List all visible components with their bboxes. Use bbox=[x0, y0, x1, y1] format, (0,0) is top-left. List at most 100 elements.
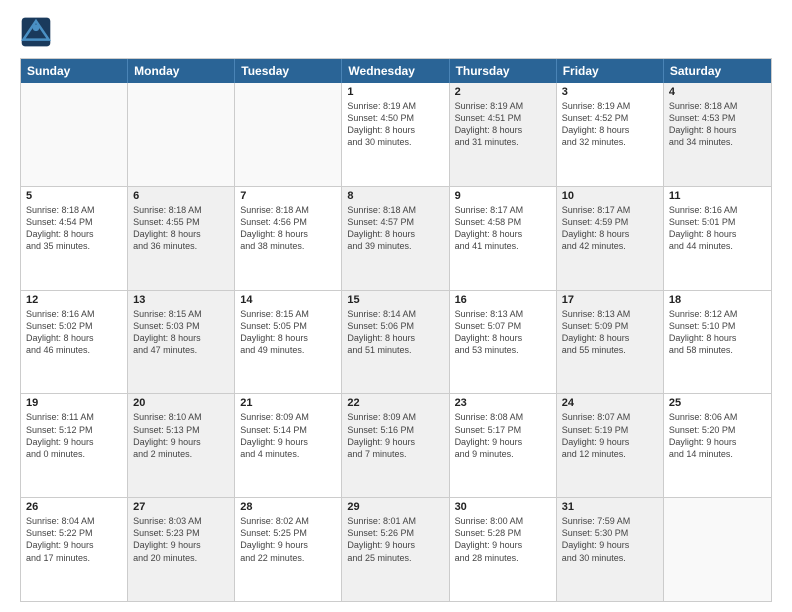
calendar-cell-empty bbox=[128, 83, 235, 186]
day-number: 7 bbox=[240, 190, 336, 202]
day-number: 1 bbox=[347, 86, 443, 98]
day-number: 26 bbox=[26, 501, 122, 513]
day-info: Sunrise: 8:03 AM Sunset: 5:23 PM Dayligh… bbox=[133, 515, 229, 564]
day-info: Sunrise: 8:12 AM Sunset: 5:10 PM Dayligh… bbox=[669, 308, 766, 357]
day-number: 12 bbox=[26, 294, 122, 306]
calendar-cell-day-14: 14Sunrise: 8:15 AM Sunset: 5:05 PM Dayli… bbox=[235, 291, 342, 394]
weekday-header-sunday: Sunday bbox=[21, 59, 128, 83]
calendar-cell-day-15: 15 Sunrise: 8:14 AM Sunset: 5:06 PM Dayli… bbox=[342, 291, 449, 394]
day-number: 20 bbox=[133, 397, 229, 409]
day-number: 4 bbox=[669, 86, 766, 98]
day-info: Sunrise: 8:09 AM Sunset: 5:14 PM Dayligh… bbox=[240, 411, 336, 460]
day-info: Sunrise: 8:18 AM Sunset: 4:55 PM Dayligh… bbox=[133, 204, 229, 253]
day-number: 28 bbox=[240, 501, 336, 513]
calendar: SundayMondayTuesdayWednesdayThursdayFrid… bbox=[20, 58, 772, 602]
day-info: Sunrise: 8:11 AM Sunset: 5:12 PM Dayligh… bbox=[26, 411, 122, 460]
calendar-cell-day-2: 2 Sunrise: 8:19 AM Sunset: 4:51 PM Daylig… bbox=[450, 83, 557, 186]
day-number: 24 bbox=[562, 397, 658, 409]
day-number: 21 bbox=[240, 397, 336, 409]
day-number: 13 bbox=[133, 294, 229, 306]
day-info: Sunrise: 8:16 AM Sunset: 5:02 PM Dayligh… bbox=[26, 308, 122, 357]
day-number: 22 bbox=[347, 397, 443, 409]
calendar-cell-day-18: 18 Sunrise: 8:12 AM Sunset: 5:10 PM Dayli… bbox=[664, 291, 771, 394]
calendar-row-0: 1 Sunrise: 8:19 AM Sunset: 4:50 PM Daylig… bbox=[21, 83, 771, 186]
day-info: Sunrise: 8:18 AM Sunset: 4:57 PM Dayligh… bbox=[347, 204, 443, 253]
calendar-cell-day-22: 22 Sunrise: 8:09 AM Sunset: 5:16 PM Dayli… bbox=[342, 394, 449, 497]
day-number: 3 bbox=[562, 86, 658, 98]
day-number: 30 bbox=[455, 501, 551, 513]
calendar-cell-day-25: 25 Sunrise: 8:06 AM Sunset: 5:20 PM Dayli… bbox=[664, 394, 771, 497]
calendar-cell-day-31: 31 Sunrise: 7:59 AM Sunset: 5:30 PM Dayli… bbox=[557, 498, 664, 601]
calendar-cell-empty bbox=[235, 83, 342, 186]
logo-icon bbox=[20, 16, 52, 48]
calendar-cell-day-20: 20Sunrise: 8:10 AM Sunset: 5:13 PM Dayli… bbox=[128, 394, 235, 497]
day-number: 19 bbox=[26, 397, 122, 409]
day-info: Sunrise: 8:00 AM Sunset: 5:28 PM Dayligh… bbox=[455, 515, 551, 564]
day-number: 27 bbox=[133, 501, 229, 513]
calendar-cell-day-11: 11Sunrise: 8:16 AM Sunset: 5:01 PM Dayli… bbox=[664, 187, 771, 290]
day-info: Sunrise: 8:19 AM Sunset: 4:50 PM Dayligh… bbox=[347, 100, 443, 149]
calendar-row-3: 19 Sunrise: 8:11 AM Sunset: 5:12 PM Dayli… bbox=[21, 393, 771, 497]
day-number: 14 bbox=[240, 294, 336, 306]
calendar-cell-day-10: 10 Sunrise: 8:17 AM Sunset: 4:59 PM Dayli… bbox=[557, 187, 664, 290]
weekday-header-tuesday: Tuesday bbox=[235, 59, 342, 83]
calendar-cell-day-6: 6 Sunrise: 8:18 AM Sunset: 4:55 PM Daylig… bbox=[128, 187, 235, 290]
day-number: 18 bbox=[669, 294, 766, 306]
calendar-cell-day-4: 4 Sunrise: 8:18 AM Sunset: 4:53 PM Daylig… bbox=[664, 83, 771, 186]
day-info: Sunrise: 8:13 AM Sunset: 5:07 PM Dayligh… bbox=[455, 308, 551, 357]
calendar-cell-day-17: 17 Sunrise: 8:13 AM Sunset: 5:09 PM Dayli… bbox=[557, 291, 664, 394]
day-number: 6 bbox=[133, 190, 229, 202]
day-info: Sunrise: 7:59 AM Sunset: 5:30 PM Dayligh… bbox=[562, 515, 658, 564]
day-info: Sunrise: 8:19 AM Sunset: 4:51 PM Dayligh… bbox=[455, 100, 551, 149]
day-info: Sunrise: 8:06 AM Sunset: 5:20 PM Dayligh… bbox=[669, 411, 766, 460]
calendar-header-row: SundayMondayTuesdayWednesdayThursdayFrid… bbox=[21, 59, 771, 83]
day-info: Sunrise: 8:02 AM Sunset: 5:25 PM Dayligh… bbox=[240, 515, 336, 564]
weekday-header-friday: Friday bbox=[557, 59, 664, 83]
day-number: 25 bbox=[669, 397, 766, 409]
day-number: 16 bbox=[455, 294, 551, 306]
day-number: 31 bbox=[562, 501, 658, 513]
day-info: Sunrise: 8:09 AM Sunset: 5:16 PM Dayligh… bbox=[347, 411, 443, 460]
day-info: Sunrise: 8:18 AM Sunset: 4:54 PM Dayligh… bbox=[26, 204, 122, 253]
weekday-header-monday: Monday bbox=[128, 59, 235, 83]
day-number: 10 bbox=[562, 190, 658, 202]
day-info: Sunrise: 8:07 AM Sunset: 5:19 PM Dayligh… bbox=[562, 411, 658, 460]
calendar-row-1: 5 Sunrise: 8:18 AM Sunset: 4:54 PM Daylig… bbox=[21, 186, 771, 290]
calendar-cell-day-21: 21 Sunrise: 8:09 AM Sunset: 5:14 PM Dayli… bbox=[235, 394, 342, 497]
calendar-body: 1 Sunrise: 8:19 AM Sunset: 4:50 PM Daylig… bbox=[21, 83, 771, 601]
calendar-row-2: 12 Sunrise: 8:16 AM Sunset: 5:02 PM Dayli… bbox=[21, 290, 771, 394]
day-info: Sunrise: 8:13 AM Sunset: 5:09 PM Dayligh… bbox=[562, 308, 658, 357]
calendar-cell-day-27: 27 Sunrise: 8:03 AM Sunset: 5:23 PM Dayli… bbox=[128, 498, 235, 601]
calendar-cell-day-13: 13 Sunrise: 8:15 AM Sunset: 5:03 PM Dayli… bbox=[128, 291, 235, 394]
day-info: Sunrise: 8:17 AM Sunset: 4:59 PM Dayligh… bbox=[562, 204, 658, 253]
day-number: 17 bbox=[562, 294, 658, 306]
calendar-cell-day-30: 30 Sunrise: 8:00 AM Sunset: 5:28 PM Dayli… bbox=[450, 498, 557, 601]
calendar-cell-day-19: 19 Sunrise: 8:11 AM Sunset: 5:12 PM Dayli… bbox=[21, 394, 128, 497]
calendar-cell-day-16: 16 Sunrise: 8:13 AM Sunset: 5:07 PM Dayli… bbox=[450, 291, 557, 394]
header bbox=[20, 16, 772, 48]
day-info: Sunrise: 8:16 AM Sunset: 5:01 PM Dayligh… bbox=[669, 204, 766, 253]
day-info: Sunrise: 8:01 AM Sunset: 5:26 PM Dayligh… bbox=[347, 515, 443, 564]
day-info: Sunrise: 8:18 AM Sunset: 4:53 PM Dayligh… bbox=[669, 100, 766, 149]
calendar-cell-day-26: 26 Sunrise: 8:04 AM Sunset: 5:22 PM Dayli… bbox=[21, 498, 128, 601]
calendar-cell-day-8: 8 Sunrise: 8:18 AM Sunset: 4:57 PM Daylig… bbox=[342, 187, 449, 290]
day-info: Sunrise: 8:19 AM Sunset: 4:52 PM Dayligh… bbox=[562, 100, 658, 149]
calendar-row-4: 26 Sunrise: 8:04 AM Sunset: 5:22 PM Dayli… bbox=[21, 497, 771, 601]
day-info: Sunrise: 8:04 AM Sunset: 5:22 PM Dayligh… bbox=[26, 515, 122, 564]
weekday-header-thursday: Thursday bbox=[450, 59, 557, 83]
calendar-cell-day-12: 12 Sunrise: 8:16 AM Sunset: 5:02 PM Dayli… bbox=[21, 291, 128, 394]
day-number: 2 bbox=[455, 86, 551, 98]
day-info: Sunrise: 8:15 AM Sunset: 5:03 PM Dayligh… bbox=[133, 308, 229, 357]
calendar-cell-day-28: 28 Sunrise: 8:02 AM Sunset: 5:25 PM Dayli… bbox=[235, 498, 342, 601]
calendar-cell-day-29: 29Sunrise: 8:01 AM Sunset: 5:26 PM Dayli… bbox=[342, 498, 449, 601]
calendar-cell-day-3: 3 Sunrise: 8:19 AM Sunset: 4:52 PM Daylig… bbox=[557, 83, 664, 186]
day-info: Sunrise: 8:14 AM Sunset: 5:06 PM Dayligh… bbox=[347, 308, 443, 357]
calendar-cell-empty bbox=[21, 83, 128, 186]
day-number: 8 bbox=[347, 190, 443, 202]
calendar-cell-empty bbox=[664, 498, 771, 601]
calendar-cell-day-24: 24 Sunrise: 8:07 AM Sunset: 5:19 PM Dayli… bbox=[557, 394, 664, 497]
day-number: 15 bbox=[347, 294, 443, 306]
day-number: 5 bbox=[26, 190, 122, 202]
calendar-cell-day-7: 7Sunrise: 8:18 AM Sunset: 4:56 PM Daylig… bbox=[235, 187, 342, 290]
calendar-cell-day-23: 23Sunrise: 8:08 AM Sunset: 5:17 PM Dayli… bbox=[450, 394, 557, 497]
